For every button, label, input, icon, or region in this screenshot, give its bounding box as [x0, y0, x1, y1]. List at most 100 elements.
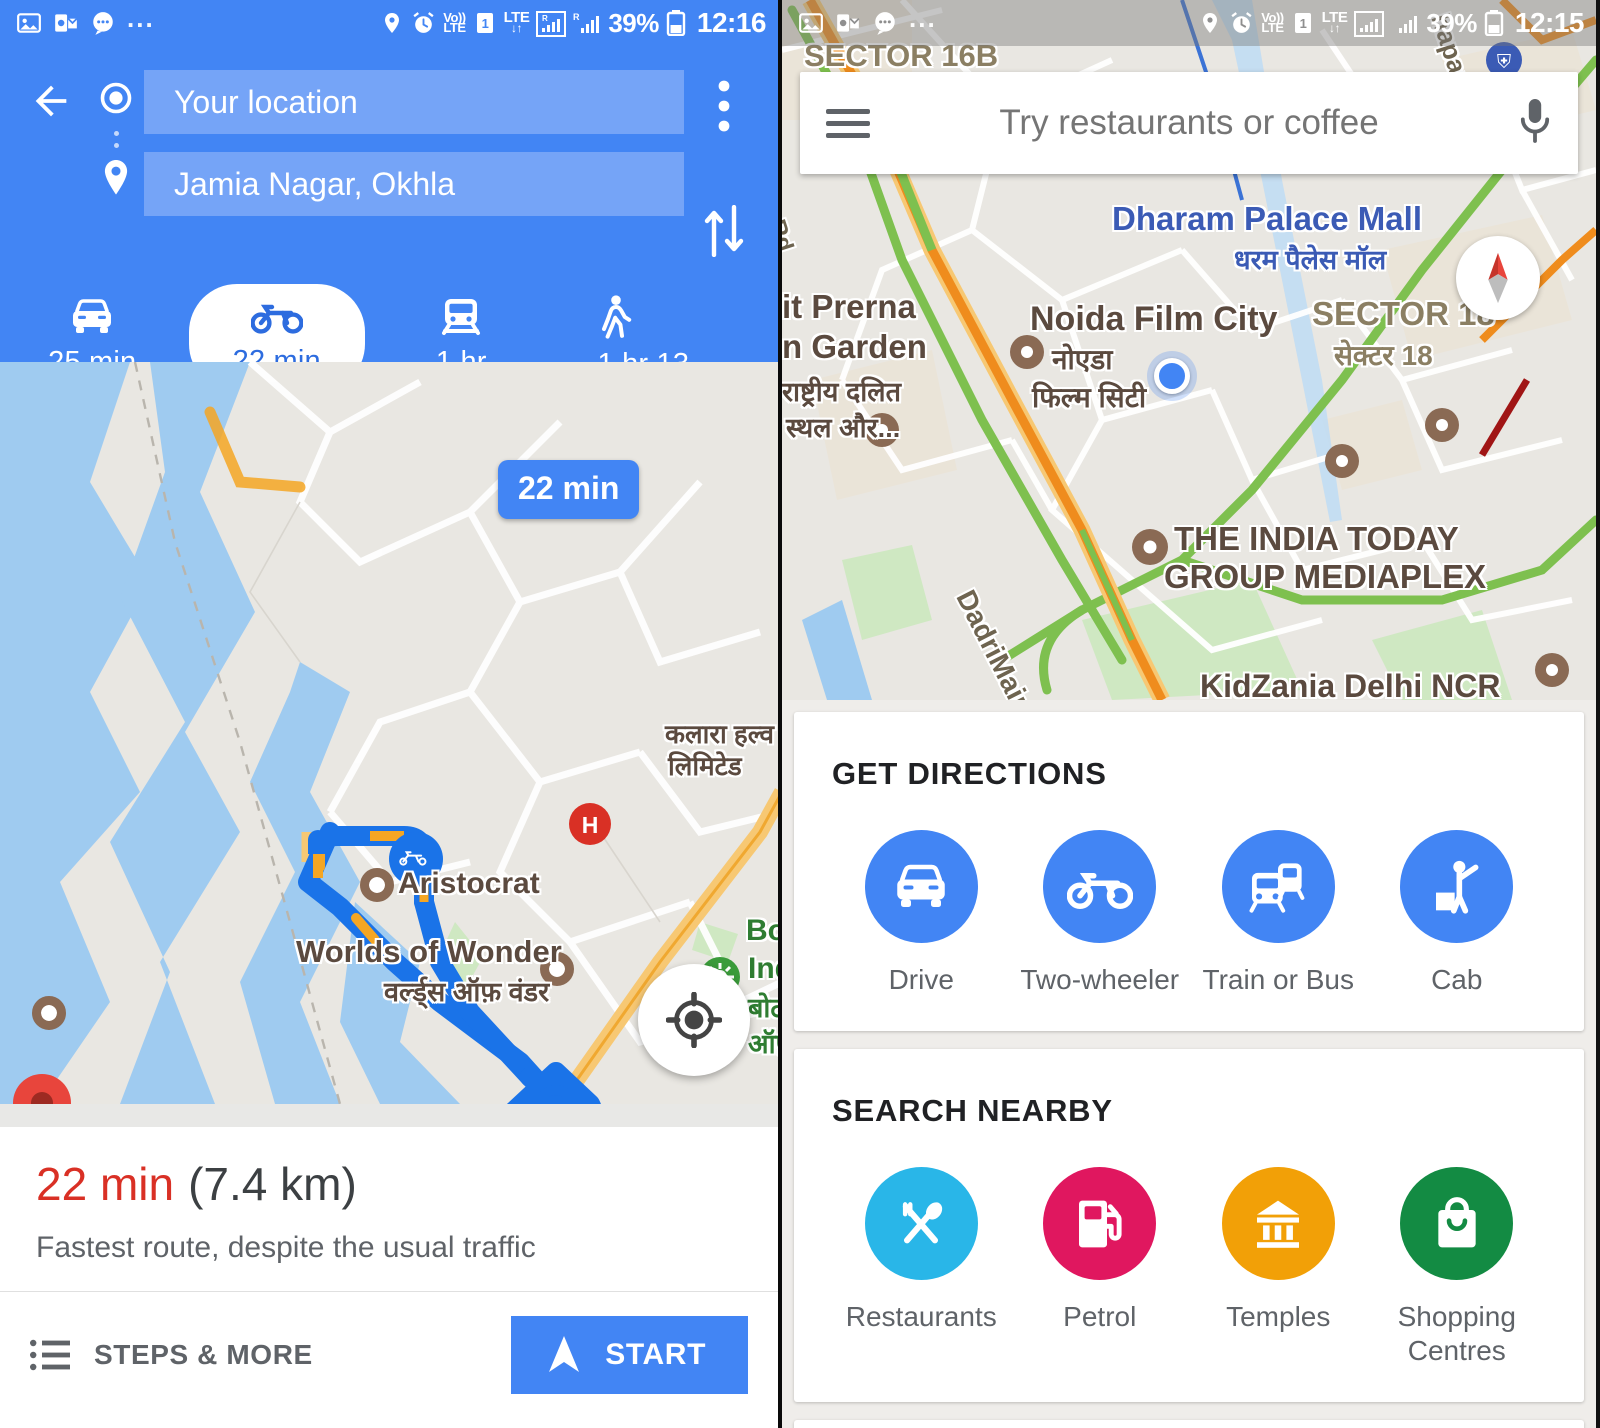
origin-dot-icon	[98, 80, 134, 121]
start-navigation-button[interactable]: START	[511, 1316, 748, 1394]
my-location-button[interactable]	[638, 964, 750, 1076]
destination-input[interactable]: Jamia Nagar, Okhla	[144, 152, 684, 216]
shortcut-temples[interactable]: Temples	[1189, 1167, 1368, 1368]
card-get-directions-title: GET DIRECTIONS	[832, 756, 1107, 791]
alarm-icon	[1229, 11, 1254, 36]
back-button[interactable]	[14, 56, 88, 262]
svg-text:⛨: ⛨	[1497, 52, 1511, 73]
sim1-icon: 1	[1291, 10, 1315, 36]
signal-bars-boxed-icon	[1354, 10, 1385, 37]
poi-dot-museum	[32, 996, 66, 1030]
overflow-dots-icon: ...	[909, 2, 937, 33]
route-summary-sheet: 22 min (7.4 km) Fastest route, despite t…	[0, 1127, 778, 1428]
shortcut-train-or-bus[interactable]: Train or Bus	[1189, 830, 1368, 997]
lte-signal-icon: LTE ↓↑	[1321, 9, 1348, 36]
temple-icon	[1257, 1200, 1300, 1248]
status-bar-right: ... Vo)) LTE 1 LTE ↓↑ 39% 12:15	[782, 0, 1596, 46]
signal-bars-icon	[1391, 10, 1419, 37]
card-next-stub[interactable]	[794, 1420, 1584, 1428]
back-arrow-icon	[35, 85, 67, 117]
fork-spoon-icon	[903, 1201, 943, 1244]
car-icon	[73, 299, 112, 333]
sim1-icon: 1	[473, 10, 497, 36]
more-options-button[interactable]	[718, 56, 730, 137]
swap-route-button[interactable]	[702, 137, 746, 262]
shortcut-petrol[interactable]: Petrol	[1011, 1167, 1190, 1368]
shortcut-restaurants[interactable]: Restaurants	[832, 1167, 1011, 1368]
compass-button[interactable]	[1456, 236, 1540, 320]
svg-text:1: 1	[481, 16, 488, 31]
swap-arrows-icon	[704, 204, 744, 258]
route-summary-top: 22 min (7.4 km) Fastest route, despite t…	[0, 1127, 778, 1291]
route-node-column	[88, 56, 144, 262]
header-actions	[684, 56, 764, 262]
lte-signal-icon: LTE ↓↑	[503, 9, 530, 36]
signal-bars-icon: R	[573, 10, 601, 37]
shortcut-two-wheeler-label: Two-wheeler	[1020, 964, 1180, 995]
route-dots-icon	[113, 131, 119, 148]
navigation-arrow-icon	[549, 1336, 580, 1372]
two-wheeler-circle	[1043, 830, 1157, 943]
search-bar[interactable]: Try restaurants or coffee	[800, 72, 1578, 174]
clock-label: 12:16	[696, 7, 767, 38]
motorcycle-icon	[250, 304, 303, 334]
shortcut-petrol-label: Petrol	[1063, 1301, 1137, 1333]
temples-circle	[1221, 1167, 1335, 1281]
shortcut-drive[interactable]: Drive	[832, 830, 1011, 997]
cab-hail-icon	[1435, 860, 1479, 914]
card-get-directions: GET DIRECTIONS Drive Two-wheeler Train o…	[794, 712, 1584, 1032]
card-search-nearby-title: SEARCH NEARBY	[832, 1093, 1113, 1129]
current-location-dot	[1154, 358, 1190, 394]
route-fields: Your location Jamia Nagar, Okhla	[144, 56, 684, 262]
train-icon	[442, 299, 481, 335]
battery-icon	[1484, 10, 1504, 36]
train-bus-icon	[1249, 862, 1305, 913]
clock-label: 12:15	[1514, 7, 1585, 38]
svg-text:R: R	[542, 14, 548, 23]
shortcut-shopping-centres[interactable]: Shopping Centres	[1368, 1167, 1547, 1368]
shortcut-shopping-centres-label: Shopping Centres	[1397, 1301, 1516, 1367]
status-bar-left: ... Vo)) LTE 1 LTE ↓↑ R R 39% 12:16	[0, 0, 778, 46]
search-input[interactable]: Try restaurants or coffee	[870, 103, 1508, 143]
two-wheeler-map-badge	[389, 832, 443, 886]
shortcut-cab[interactable]: Cab	[1368, 830, 1547, 997]
dual-screenshot: ... Vo)) LTE 1 LTE ↓↑ R R 39% 12:16 Your…	[0, 0, 1600, 1428]
outlook-icon	[53, 10, 79, 36]
microphone-icon[interactable]	[1518, 97, 1552, 150]
list-icon	[30, 1339, 70, 1371]
shortcut-drive-label: Drive	[888, 964, 954, 995]
destination-pin-icon	[98, 158, 134, 203]
shortcut-restaurants-label: Restaurants	[845, 1301, 997, 1333]
volte-icon: Vo)) LTE	[1261, 9, 1284, 35]
overflow-dots-icon: ...	[127, 2, 155, 33]
walk-icon	[601, 295, 631, 339]
chat-bubble-icon	[90, 10, 116, 36]
eta-line: 22 min (7.4 km)	[36, 1157, 742, 1211]
status-bar-notifications: ...	[16, 3, 155, 39]
car-icon	[897, 864, 945, 907]
poi-dot-wow	[540, 952, 574, 986]
steps-and-more-button[interactable]: STEPS & MORE	[30, 1339, 313, 1371]
shortcut-two-wheeler[interactable]: Two-wheeler	[1011, 830, 1190, 997]
train-bus-circle	[1221, 830, 1335, 943]
hamburger-menu-icon[interactable]	[826, 108, 870, 138]
route-description: Fastest route, despite the usual traffic	[36, 1231, 536, 1264]
start-label: START	[605, 1338, 706, 1371]
hospital-marker: H	[569, 803, 611, 845]
location-icon	[1198, 10, 1222, 36]
right-phone-screen: ⛨ SECTOR 16B Dharam Palace Mall धरम पैलेस …	[782, 0, 1596, 1428]
image-icon	[16, 10, 42, 36]
alarm-icon	[411, 11, 436, 36]
status-bar-system-icons-right: Vo)) LTE 1 LTE ↓↑ 39% 12:15	[1198, 7, 1585, 39]
shopping-bag-icon	[1438, 1196, 1476, 1247]
volte-icon: Vo)) LTE	[443, 9, 466, 35]
cab-circle	[1400, 830, 1514, 943]
origin-input[interactable]: Your location	[144, 70, 684, 134]
battery-icon	[666, 10, 686, 36]
route-time-bubble[interactable]: 22 min	[498, 460, 640, 519]
battery-percent-label: 39%	[608, 7, 659, 38]
restaurants-circle	[864, 1167, 978, 1281]
fuel-pump-icon	[1078, 1200, 1122, 1247]
route-map[interactable]: H Aristocrat Worlds of Wonder वर्ल्ड्स ऑफ़…	[0, 362, 778, 1104]
shortcut-train-or-bus-label: Train or Bus	[1202, 964, 1354, 995]
